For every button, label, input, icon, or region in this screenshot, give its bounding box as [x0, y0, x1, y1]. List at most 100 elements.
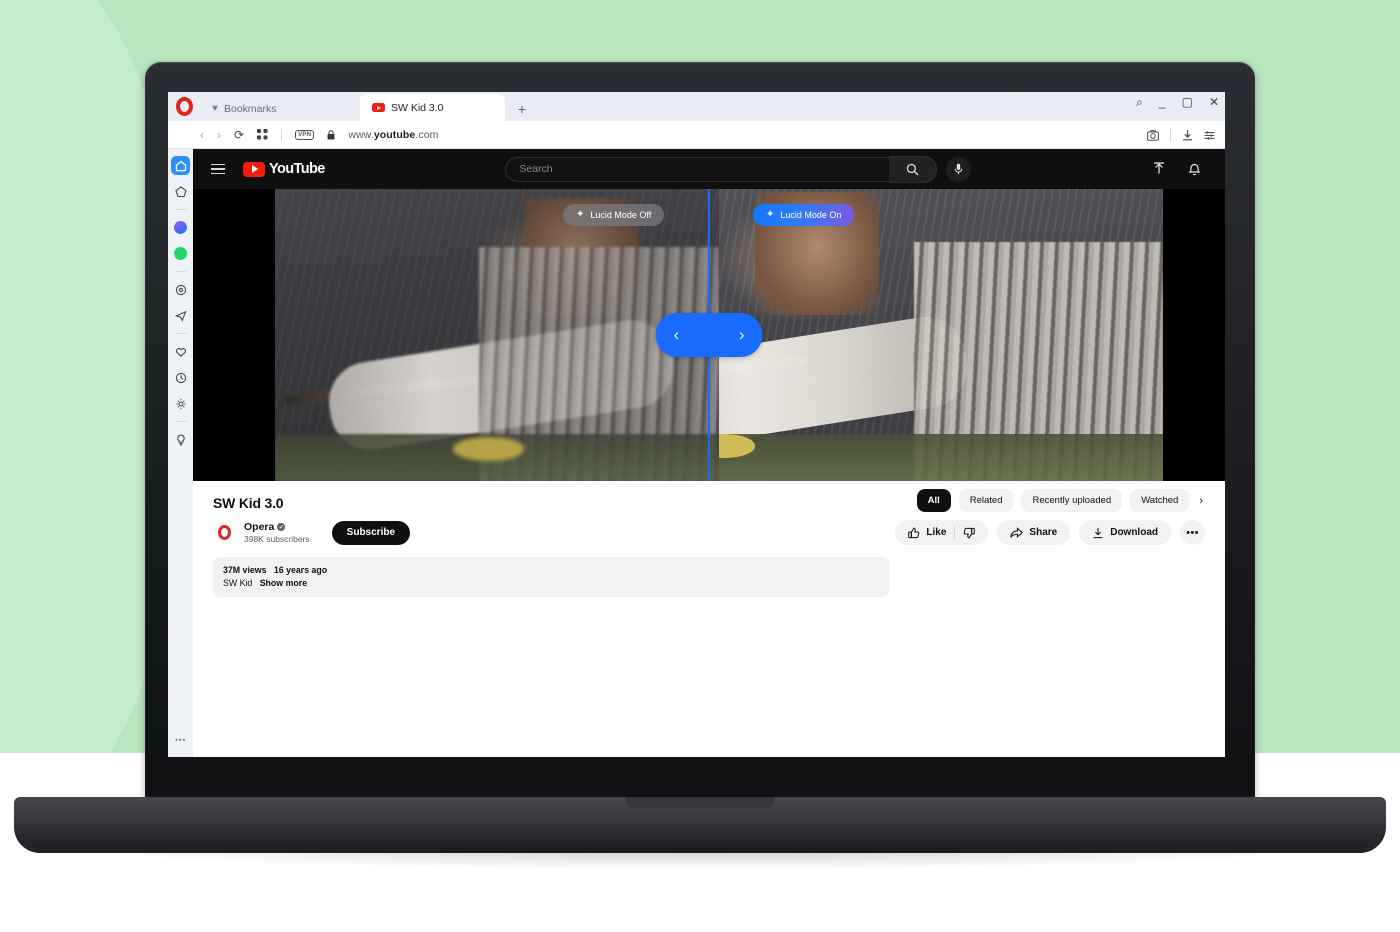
page-area: ••• YouTube Search ✦ Lucid Mode Off ✦ Lu…: [168, 149, 1225, 757]
lucid-mode-off-badge: ✦ Lucid Mode Off: [563, 204, 665, 226]
forward-icon[interactable]: ›: [217, 128, 221, 142]
more-actions-button[interactable]: •••: [1180, 520, 1205, 545]
chips-next-chevron-icon[interactable]: ›: [1197, 495, 1205, 507]
heart-icon: ♥: [212, 103, 218, 114]
new-tab-button[interactable]: +: [505, 96, 539, 121]
addr-right-divider: [1170, 128, 1171, 142]
sparkle-icon: ✦: [766, 209, 775, 220]
easy-setup-icon[interactable]: [1204, 130, 1215, 141]
search-input[interactable]: Search: [505, 156, 891, 182]
tab-sw-kid-label: SW Kid 3.0: [391, 101, 444, 114]
floor-right: [719, 434, 1163, 481]
channel-name-row: Opera ✓: [244, 521, 310, 533]
youtube-logo[interactable]: YouTube: [243, 161, 325, 177]
channel-name: Opera: [244, 521, 275, 533]
tab-sw-kid[interactable]: SW Kid 3.0: [360, 94, 505, 121]
like-dislike-button[interactable]: Like: [895, 520, 989, 545]
downloads-icon[interactable]: [1182, 129, 1193, 141]
chip-recently-uploaded[interactable]: Recently uploaded: [1021, 489, 1123, 512]
youtube-favicon: [372, 103, 385, 112]
view-count: 37M views: [223, 565, 267, 575]
description-tag-row: SW Kid Show more: [223, 577, 880, 590]
window-maximize-icon[interactable]: ▢: [1182, 96, 1193, 108]
search-button[interactable]: [889, 155, 938, 183]
sidebar-divider-2: [175, 271, 186, 272]
sidebar-item-favorites[interactable]: [171, 342, 190, 361]
slider-left-chevron-icon: ‹: [673, 325, 680, 344]
youtube-search-area: Search: [325, 155, 1152, 183]
sidebar-overflow-button[interactable]: •••: [175, 735, 186, 745]
back-icon[interactable]: ‹: [200, 128, 204, 142]
youtube-wordmark: YouTube: [269, 161, 325, 177]
sidebar-item-home[interactable]: [171, 156, 190, 175]
share-icon: [1010, 526, 1024, 539]
address-bar: ‹ › ⟳ VPN www.youtube.com: [168, 121, 1225, 149]
channel-info[interactable]: Opera ✓ 398K subscribers: [213, 521, 310, 544]
lucid-mode-off-label: Lucid Mode Off: [590, 210, 652, 220]
bell-icon[interactable]: [1188, 162, 1201, 176]
description-tag: SW Kid: [223, 578, 253, 589]
youtube-play-icon: [243, 161, 265, 177]
hamburger-icon[interactable]: [207, 163, 231, 175]
share-label: Share: [1029, 527, 1058, 538]
microphone-icon[interactable]: [946, 156, 972, 182]
thumb-down-icon: [963, 527, 976, 539]
subscribe-button[interactable]: Subscribe: [331, 520, 411, 545]
verified-badge-icon: ✓: [277, 523, 286, 531]
window-minimize-icon[interactable]: _: [1159, 96, 1166, 108]
download-button[interactable]: Download: [1079, 520, 1171, 545]
avatar: [213, 521, 236, 544]
sparkle-icon: ✦: [576, 209, 585, 220]
address-divider: [281, 128, 283, 141]
url-text[interactable]: www.youtube.com: [348, 129, 438, 141]
vpn-badge[interactable]: VPN: [295, 129, 315, 140]
upload-icon[interactable]: [1152, 162, 1166, 176]
share-button[interactable]: Share: [997, 520, 1071, 545]
video-player[interactable]: ✦ Lucid Mode Off ✦ Lucid Mode On ‹ ›: [193, 189, 1225, 481]
youtube-header: YouTube Search: [193, 149, 1225, 189]
video-description-box[interactable]: 37M views 16 years ago SW Kid Show more: [213, 557, 890, 598]
lock-icon: [327, 129, 335, 140]
laptop-base-notch: [626, 797, 774, 808]
download-label: Download: [1110, 527, 1158, 538]
window-search-icon[interactable]: ⌕: [1136, 96, 1143, 108]
sidebar-item-messenger[interactable]: [171, 218, 190, 237]
chip-watched[interactable]: Watched: [1130, 489, 1190, 512]
chip-related[interactable]: Related: [958, 489, 1014, 512]
publish-date: 16 years ago: [273, 565, 328, 575]
sidebar-divider-1: [175, 209, 186, 210]
show-more-button[interactable]: Show more: [260, 578, 307, 588]
like-label: Like: [926, 527, 947, 538]
comparison-slider-handle[interactable]: ‹ ›: [655, 313, 763, 357]
window-controls: ⌕ _ ▢ ✕: [1136, 96, 1219, 108]
sidebar-item-history[interactable]: [171, 368, 190, 387]
tab-bookmarks-label: Bookmarks: [223, 102, 277, 115]
thumb-up-icon: [908, 526, 920, 539]
download-icon: [1092, 527, 1104, 539]
sidebar-divider-4: [175, 421, 186, 422]
sidebar-item-tips[interactable]: [171, 430, 190, 449]
opera-mark: [218, 525, 231, 540]
yellow-cloth-left: [452, 437, 524, 461]
video-details: SW Kid 3.0 Opera ✓ 398K subscribers Subs…: [193, 481, 1225, 757]
channel-and-actions-row: Opera ✓ 398K subscribers Subscribe Like …: [213, 520, 1205, 545]
sidebar-item-player[interactable]: [171, 280, 190, 299]
sidebar-item-settings[interactable]: [171, 394, 190, 413]
tab-bookmarks[interactable]: ♥ Bookmarks: [200, 96, 360, 121]
opera-sidebar: •••: [168, 149, 193, 757]
video-after-half: [719, 189, 1163, 481]
sidebar-item-telegram[interactable]: [171, 306, 190, 325]
slider-right-chevron-icon: ›: [738, 325, 745, 344]
chip-all[interactable]: All: [916, 489, 951, 512]
snapshot-icon[interactable]: [1147, 129, 1159, 141]
sidebar-item-whatsapp[interactable]: [171, 244, 190, 263]
sidebar-item-aria-ai[interactable]: [171, 182, 190, 201]
window-close-icon[interactable]: ✕: [1209, 96, 1219, 108]
reload-icon[interactable]: ⟳: [234, 128, 244, 142]
opera-mark: [175, 97, 193, 116]
sidebar-divider-3: [175, 333, 186, 334]
opera-logo-icon[interactable]: [168, 92, 200, 121]
laptop-shadow: [60, 848, 1340, 870]
extensions-grid-icon[interactable]: [257, 129, 268, 140]
opera-browser-window: ♥ Bookmarks SW Kid 3.0 + ⌕ _ ▢ ✕ ‹ › ⟳ V…: [168, 92, 1225, 757]
